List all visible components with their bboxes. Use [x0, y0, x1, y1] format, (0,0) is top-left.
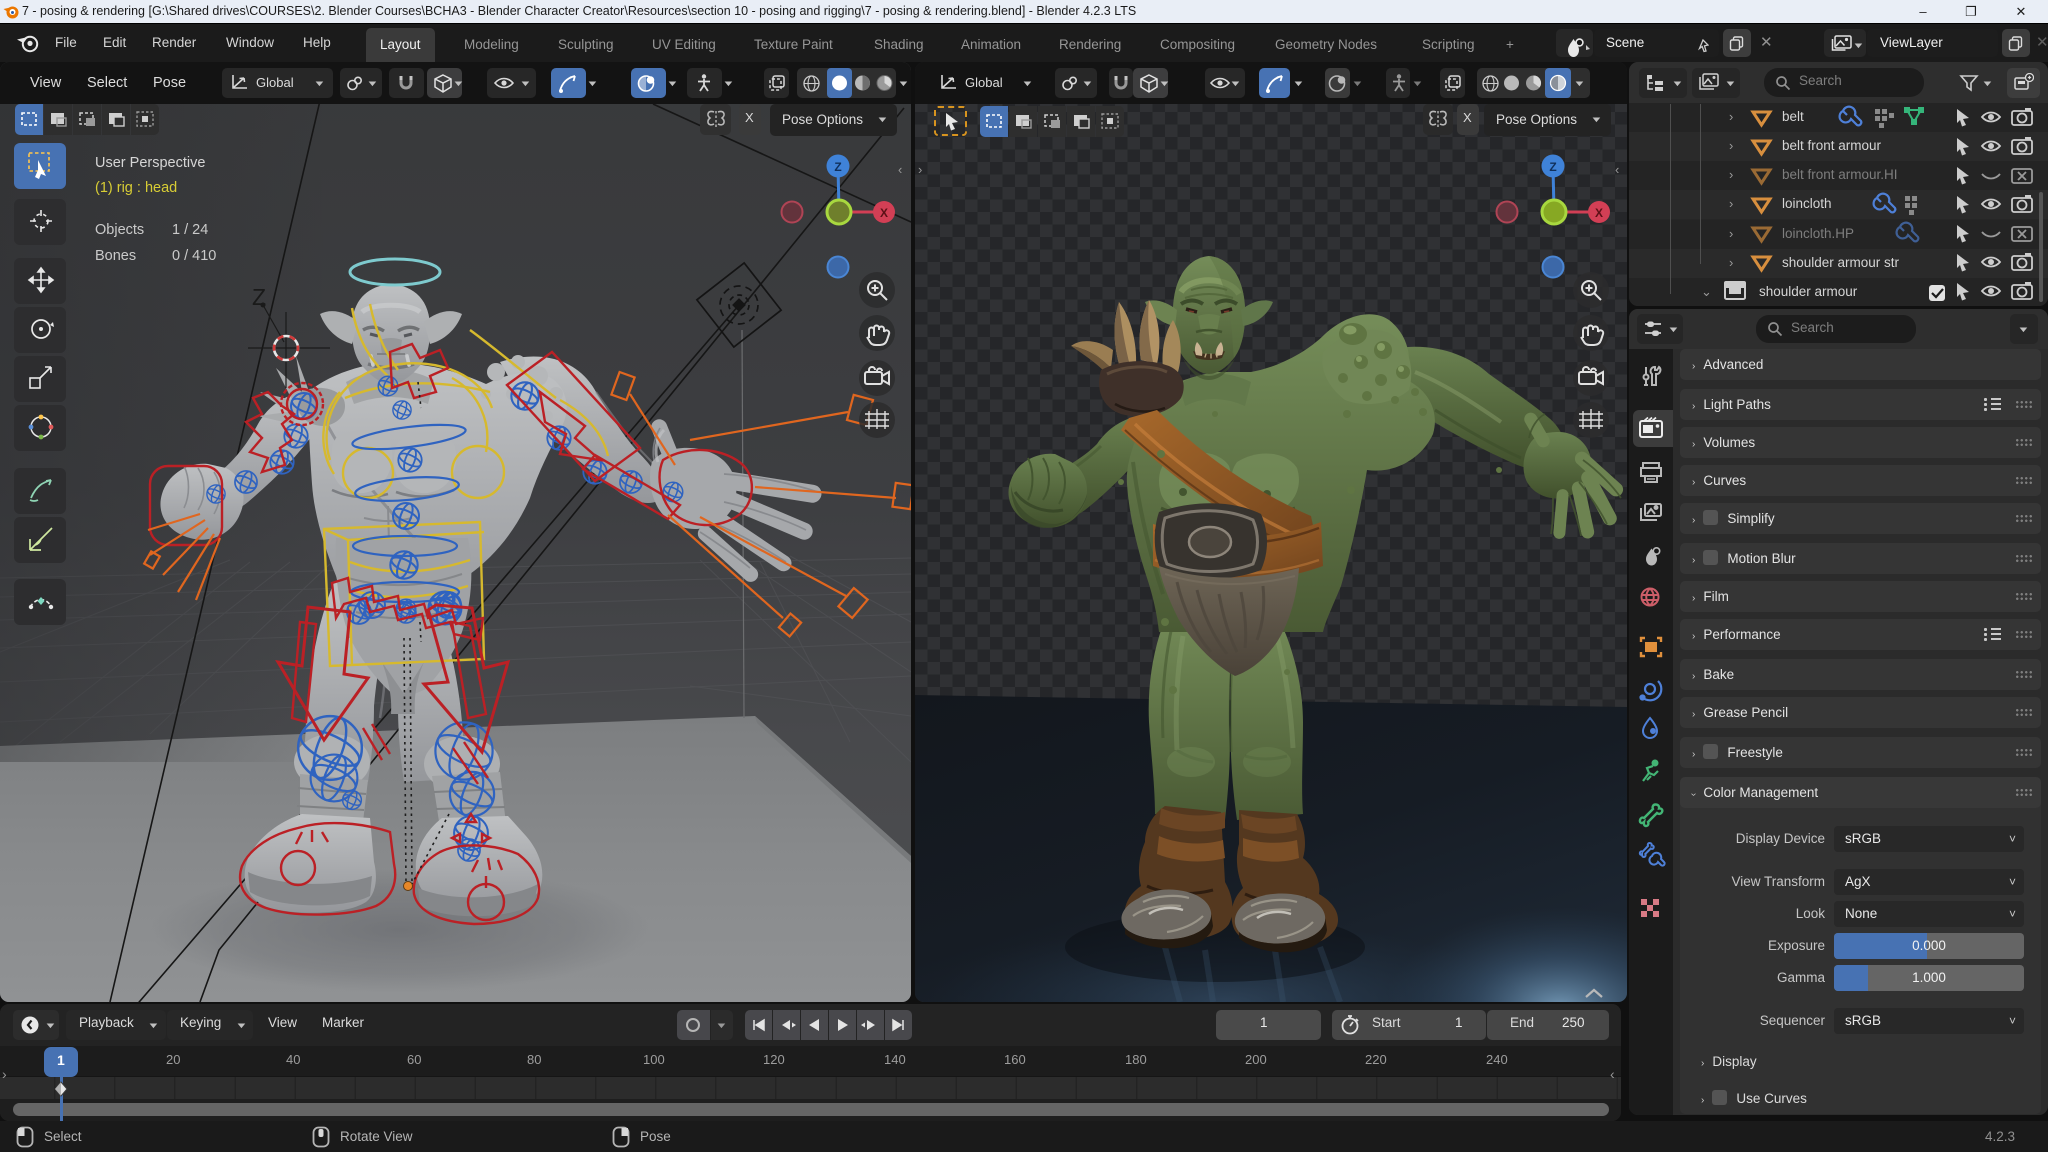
svg-text:Z: Z [834, 160, 841, 174]
svg-text:Z: Z [1549, 160, 1556, 174]
svg-text:Z: Z [252, 284, 266, 310]
svg-text:X: X [880, 206, 888, 220]
svg-text:X: X [1595, 206, 1603, 220]
